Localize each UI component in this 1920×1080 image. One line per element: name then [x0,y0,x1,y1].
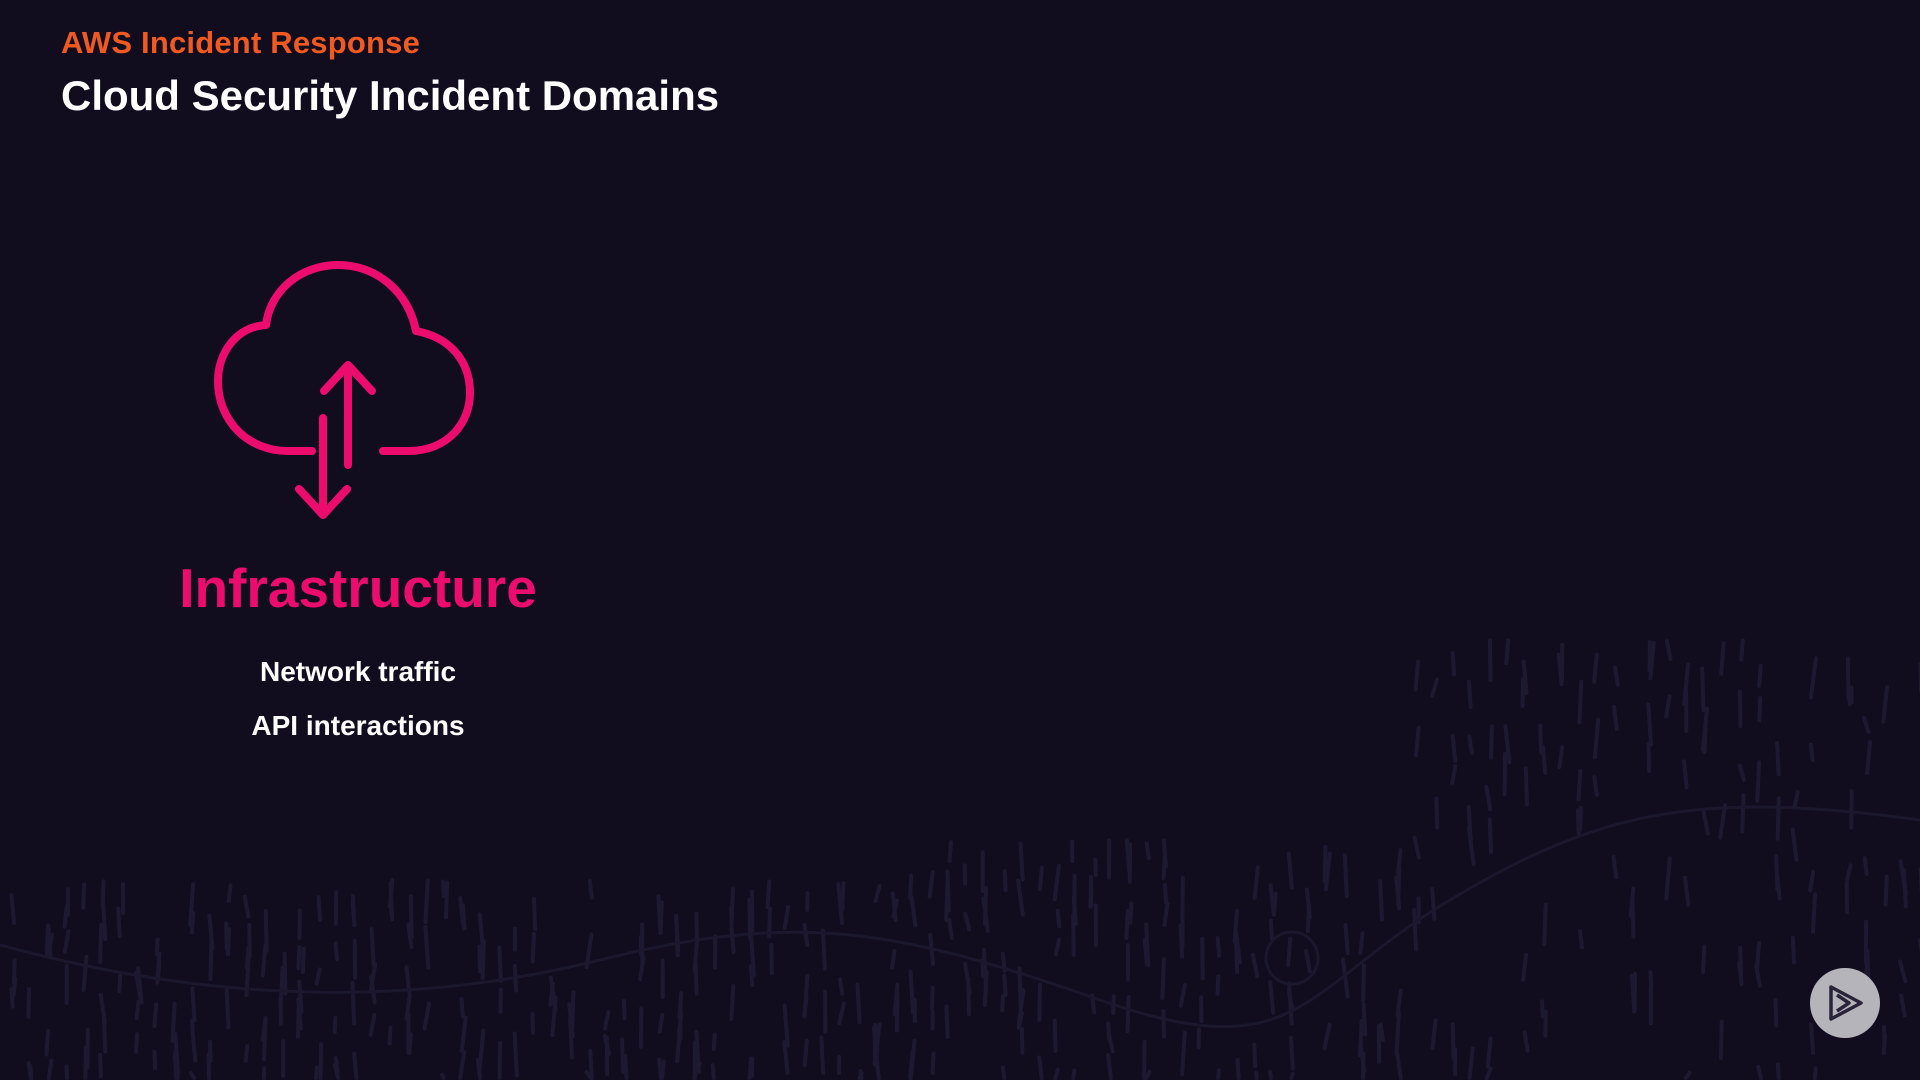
cloud-upload-download-icon [214,261,474,519]
course-title: AWS Incident Response [61,25,421,60]
play-button[interactable] [1810,968,1880,1038]
slide-header: AWS Incident Response Cloud Security Inc… [61,24,719,122]
infrastructure-domain-card: Infrastructure Network traffic API inter… [150,255,566,753]
domain-title: Infrastructure [179,557,537,619]
play-icon [1829,985,1863,1021]
domain-item-list: Network traffic API interactions [150,645,566,753]
domain-item: API interactions [251,710,465,741]
slide-title: Cloud Security Incident Domains [61,72,720,119]
domain-item: Network traffic [259,656,457,687]
